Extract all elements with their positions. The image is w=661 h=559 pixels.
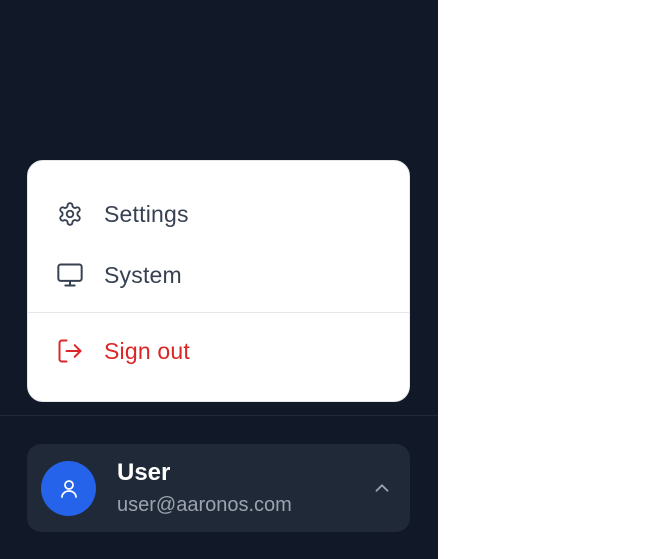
user-name: User	[117, 459, 171, 486]
user-menu-toggle[interactable]: User user@aaronos.com	[27, 444, 410, 532]
sidebar-divider	[0, 415, 438, 416]
user-icon	[57, 477, 81, 501]
system-label: System	[104, 261, 182, 288]
avatar	[41, 461, 96, 516]
sign-out-menu-item[interactable]: Sign out	[28, 326, 409, 376]
system-menu-item[interactable]: System	[28, 250, 409, 300]
settings-label: Settings	[104, 200, 189, 227]
sign-out-icon	[56, 337, 84, 365]
user-menu-popover: Settings System Sign out	[27, 160, 410, 402]
user-email: user@aaronos.com	[117, 494, 292, 516]
menu-divider	[28, 312, 409, 313]
monitor-icon	[56, 261, 84, 289]
sidebar: Settings System Sign out User user@aaron…	[0, 0, 438, 559]
sign-out-label: Sign out	[104, 337, 190, 364]
settings-menu-item[interactable]: Settings	[28, 189, 409, 239]
main-content	[438, 0, 661, 559]
chevron-up-icon	[370, 476, 394, 500]
gear-icon	[56, 200, 84, 228]
